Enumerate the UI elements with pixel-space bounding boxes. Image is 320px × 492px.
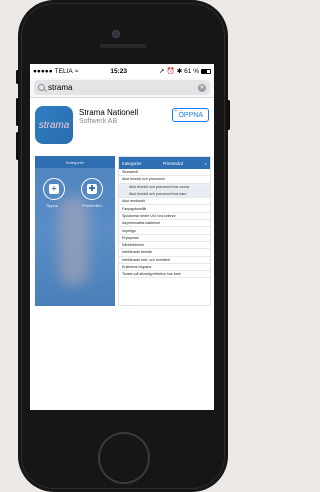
home-button[interactable] [98,432,150,484]
screenshot-nav-bar: Kategorier [35,156,115,168]
volume-down-button [16,132,19,160]
category-label-right: Primärvård [82,203,102,208]
app-icon[interactable]: strama [35,106,73,144]
search-icon [38,84,45,91]
bluetooth-icon: ✱ [176,68,183,75]
wifi-icon: ≈ [74,67,79,75]
list-item: Infekterade katt- och hundbett [119,257,210,264]
list-item: Tecken på allvarlig infektion hos barn [119,271,210,279]
front-camera [112,30,120,38]
app-result-row[interactable]: strama Strama Nationell Softwerk AB + ÖP… [30,98,214,150]
screenshots-carousel[interactable]: Kategorier + ✚ Öppna Primärvård Kategori… [35,156,211,310]
location-icon: ➚ [159,68,165,75]
signal-dots-icon: ●●●●● [33,67,53,75]
clock: 15:23 [110,67,128,75]
screenshot-nav-bar: Kategorier Primärvård ⌕ [119,157,210,169]
list-item: Stresstrull [119,169,210,177]
list-item: Erythema migrans [119,264,210,272]
list-item: Sjukdomar nedre UVI hos kvinnor [119,213,210,221]
battery-icon [200,68,211,74]
search-input[interactable]: strama ✕ [34,80,210,95]
screenshot-categories[interactable]: Kategorier + ✚ Öppna Primärvård [35,156,115,306]
earpiece-speaker [100,44,146,48]
status-bar: ●●●●● TELIA ≈ 15:23 ➚ ⏰ ✱ 61 % [30,64,214,78]
open-button[interactable]: + ÖPPNA [172,108,209,122]
alarm-icon: ⏰ [166,68,175,75]
list-item: Akut mediaotit [119,198,210,206]
list-item: Erysipelas [119,235,210,242]
plus-icon: + [174,108,178,114]
medical-kit-icon: ✚ [81,178,103,200]
search-query: strama [48,83,73,92]
medical-cross-icon: + [43,178,65,200]
list-item: Infekterade bensår [119,249,210,257]
search-icon: ⌕ [204,160,207,166]
search-bar: strama ✕ [30,78,214,98]
category-label-left: Öppna [46,203,59,208]
mute-switch [16,70,19,84]
battery-percent: 61 % [184,67,199,75]
empty-content-area [30,310,214,410]
carrier-label: TELIA [54,67,73,75]
volume-up-button [16,98,19,126]
phone-screen: ●●●●● TELIA ≈ 15:23 ➚ ⏰ ✱ 61 % strama ✕ … [30,64,214,410]
list-item: Sårinfektioner [119,242,210,250]
app-name[interactable]: Strama Nationell [79,108,166,117]
list-item: Akut bronkit och pneumoni hos vuxna [119,183,210,191]
open-button-label: ÖPPNA [178,111,203,119]
screenshot-title: Kategorier [65,159,85,165]
clear-search-icon[interactable]: ✕ [198,83,206,92]
power-button [227,100,230,130]
list-item: Impetigo [119,227,210,235]
back-link: Kategorier [122,160,142,166]
list-item: Faryngotonsillit [119,205,210,213]
screenshot-title: Primärvård [162,160,184,166]
list-item: Akut bronkit och pneumoni hos barn [119,190,210,199]
background-figure [59,196,89,286]
list-item: Asymtomatisk bakteriuri [119,220,210,228]
developer-name: Softwerk AB [79,118,118,125]
screenshot-list[interactable]: Kategorier Primärvård ⌕ Stresstrull Akut… [118,156,211,306]
list-item: Akut bronkit och pneumoni [119,176,210,184]
